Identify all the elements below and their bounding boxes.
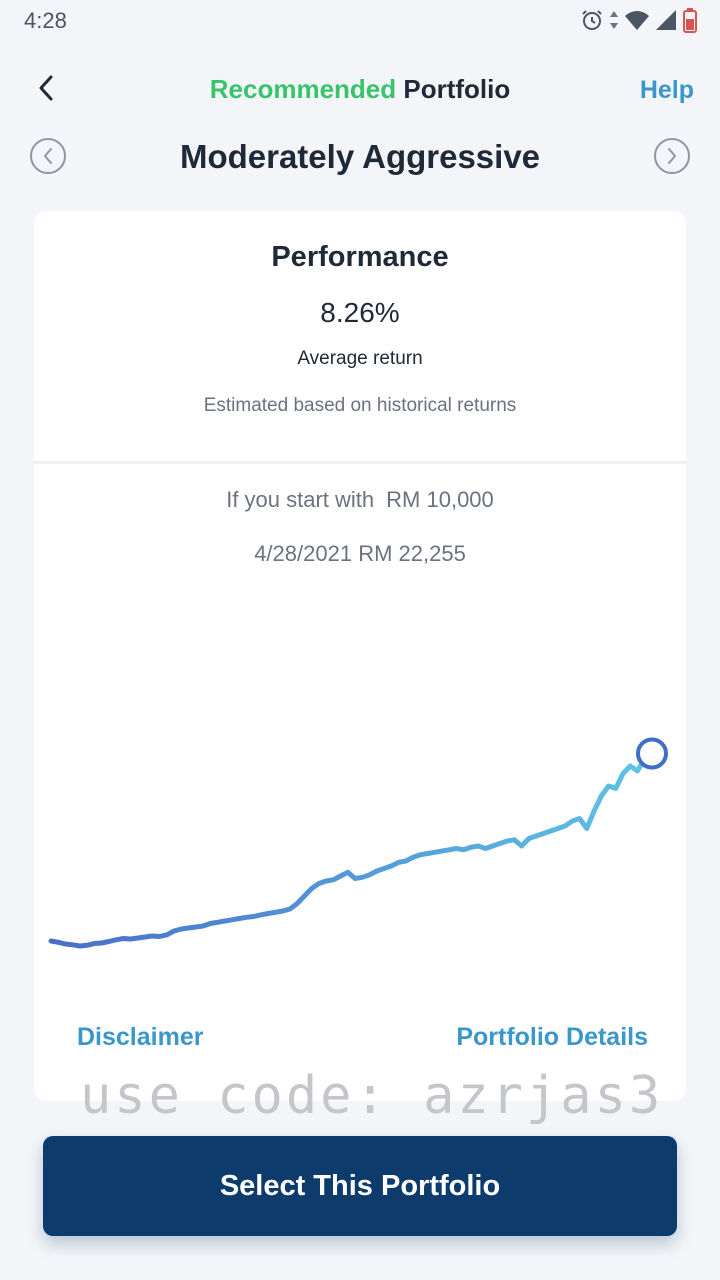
portfolio-details-link[interactable]: Portfolio Details: [456, 1023, 648, 1052]
page-title-accent: Recommended: [209, 74, 397, 104]
performance-card: Performance 8.26% Average return Estimat…: [34, 211, 686, 1101]
chevron-right-icon: [668, 148, 676, 164]
performance-chart[interactable]: [34, 591, 686, 991]
status-time: 4:28: [24, 8, 67, 33]
start-amount: RM 10,000: [386, 487, 494, 512]
average-return-label: Average return: [297, 348, 423, 369]
status-bar: 4:28: [0, 0, 720, 42]
page-title: Recommended Portfolio: [0, 74, 720, 105]
start-label: If you start with: [226, 487, 375, 512]
help-link[interactable]: Help: [640, 76, 694, 105]
status-icons: [580, 6, 698, 34]
start-amount-row: If you start with RM 10,000: [34, 487, 686, 513]
app-header: Recommended Portfolio Help: [0, 60, 720, 120]
portfolio-name: Moderately Aggressive: [179, 138, 541, 175]
disclaimer-link[interactable]: Disclaimer: [77, 1023, 203, 1052]
data-arrows-icon: [610, 11, 618, 29]
performance-line: [48, 751, 655, 949]
divider: [34, 461, 686, 464]
battery-icon: [683, 8, 697, 33]
projected-date: 4/28/2021: [254, 541, 353, 566]
wifi-icon: [625, 11, 649, 30]
page-title-main: Portfolio: [403, 74, 511, 104]
performance-title: Performance: [271, 241, 449, 273]
portfolio-selector: Moderately Aggressive: [0, 134, 720, 182]
select-portfolio-button[interactable]: Select This Portfolio: [43, 1136, 677, 1236]
average-return-value: 8.26%: [320, 297, 400, 328]
signal-icon: [656, 10, 676, 30]
projected-amount: RM 22,255: [358, 541, 466, 566]
projected-value-row: 4/28/2021 RM 22,255: [34, 541, 686, 567]
alarm-icon: [582, 10, 602, 30]
watermark-text: use code: azrjas3: [80, 1066, 664, 1126]
estimate-note: Estimated based on historical returns: [203, 395, 517, 416]
next-portfolio-button[interactable]: [654, 138, 690, 174]
chart-end-marker[interactable]: [636, 737, 668, 770]
